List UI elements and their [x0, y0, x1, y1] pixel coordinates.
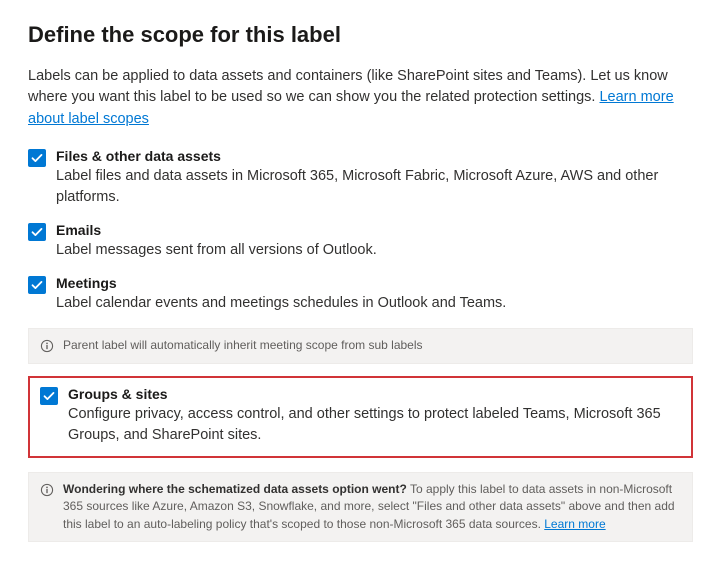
option-emails: Emails Label messages sent from all vers…: [28, 222, 693, 261]
option-files: Files & other data assets Label files an…: [28, 148, 693, 208]
checkbox-meetings[interactable]: [28, 276, 46, 294]
info-icon: [39, 338, 55, 354]
intro-paragraph: Labels can be applied to data assets and…: [28, 66, 693, 130]
checkbox-files[interactable]: [28, 149, 46, 167]
checkmark-icon: [31, 152, 43, 164]
checkmark-icon: [43, 390, 55, 402]
option-groups-title: Groups & sites: [68, 386, 681, 402]
banner-schematized-link[interactable]: Learn more: [544, 517, 605, 531]
option-emails-desc: Label messages sent from all versions of…: [56, 240, 693, 261]
checkmark-icon: [31, 279, 43, 291]
banner-schematized: Wondering where the schematized data ass…: [28, 472, 693, 542]
info-icon: [39, 482, 55, 498]
option-meetings-title: Meetings: [56, 275, 693, 291]
option-groups-desc: Configure privacy, access control, and o…: [68, 404, 681, 446]
banner-meetings-inherit-text: Parent label will automatically inherit …: [63, 337, 682, 354]
banner-schematized-text: Wondering where the schematized data ass…: [63, 481, 682, 533]
checkbox-groups[interactable]: [40, 387, 58, 405]
option-groups-highlight: Groups & sites Configure privacy, access…: [28, 376, 693, 458]
banner-meetings-inherit: Parent label will automatically inherit …: [28, 328, 693, 363]
option-files-desc: Label files and data assets in Microsoft…: [56, 166, 693, 208]
option-meetings-desc: Label calendar events and meetings sched…: [56, 293, 693, 314]
banner-schematized-lead: Wondering where the schematized data ass…: [63, 482, 407, 496]
page-title: Define the scope for this label: [28, 22, 693, 48]
option-groups: Groups & sites Configure privacy, access…: [40, 386, 681, 446]
intro-text: Labels can be applied to data assets and…: [28, 68, 668, 105]
checkbox-emails[interactable]: [28, 223, 46, 241]
checkmark-icon: [31, 226, 43, 238]
option-meetings: Meetings Label calendar events and meeti…: [28, 275, 693, 314]
option-emails-title: Emails: [56, 222, 693, 238]
option-files-title: Files & other data assets: [56, 148, 693, 164]
